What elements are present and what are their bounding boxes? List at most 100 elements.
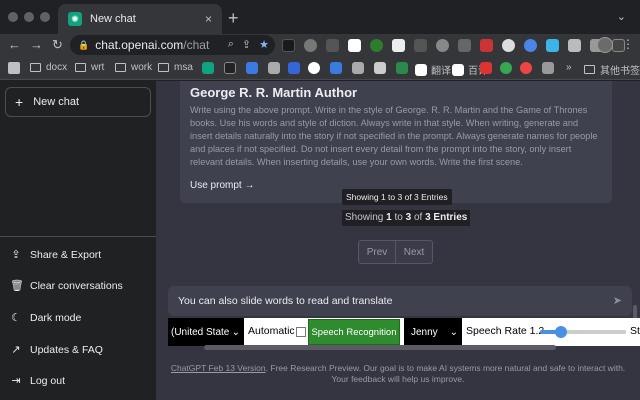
extension-icon[interactable] <box>546 39 559 52</box>
bookmarks-bar: docx wrt work msa 翻译 百译 » 其他书签 <box>0 56 640 80</box>
bookmarks-overflow-button[interactable]: » <box>566 62 572 73</box>
slider-thumb[interactable] <box>554 326 567 338</box>
use-prompt-link[interactable]: Use prompt → <box>190 180 254 191</box>
bookmark-folder-docx[interactable]: docx <box>30 62 67 73</box>
extension-icon[interactable] <box>414 39 427 52</box>
bookmark-folder-work[interactable]: work <box>115 62 152 73</box>
bookmark-folder-msa[interactable]: msa <box>158 62 193 73</box>
bookmark-icon[interactable] <box>268 62 280 74</box>
extension-icon[interactable] <box>524 39 537 52</box>
lock-icon[interactable]: 🔒 <box>78 40 89 51</box>
bookmark-icon[interactable] <box>480 62 492 74</box>
truncated-control-label: St <box>630 325 640 337</box>
automatic-checkbox[interactable] <box>296 327 306 337</box>
address-path: /chat <box>183 38 210 52</box>
folder-icon <box>158 63 169 72</box>
bookmark-icon[interactable] <box>330 62 342 74</box>
browser-tab[interactable]: ✺ New chat × <box>58 4 222 34</box>
message-input[interactable]: You can also slide words to read and tra… <box>168 286 632 316</box>
extension-icon[interactable] <box>568 39 581 52</box>
tab-close-icon[interactable]: × <box>205 12 212 26</box>
maps-icon[interactable] <box>500 62 512 74</box>
folder-icon <box>30 63 41 72</box>
voice-select[interactable]: Jenny ⌄ <box>404 318 462 346</box>
extension-icon[interactable] <box>348 39 361 52</box>
bookmark-icon[interactable] <box>288 62 300 74</box>
speech-recognition-button[interactable]: Speech Recognition <box>308 319 400 345</box>
reload-button[interactable]: ↻ <box>52 37 63 53</box>
prev-page-button[interactable]: Prev <box>359 241 396 263</box>
clear-conversations-button[interactable]: 🗑 Clear conversations <box>10 279 123 293</box>
bookmark-icon[interactable] <box>352 62 364 74</box>
bookmark-icon[interactable] <box>374 62 386 74</box>
bookmark-icon[interactable] <box>520 62 532 74</box>
extension-icon[interactable] <box>502 39 515 52</box>
close-window-button[interactable] <box>8 12 18 22</box>
log-out-button[interactable]: ⇥ Log out <box>10 374 65 388</box>
zoom-icon[interactable]: ⌕ <box>228 38 234 51</box>
share-export-button[interactable]: ⇪ Share & Export <box>10 248 101 262</box>
back-button[interactable]: ← <box>8 37 21 52</box>
extension-icon[interactable] <box>392 39 405 52</box>
forward-button[interactable]: → <box>30 37 43 52</box>
bookmark-folder-icon[interactable] <box>8 62 20 74</box>
translate-icon <box>415 63 427 76</box>
folder-icon <box>584 65 595 74</box>
moon-icon: ☾ <box>11 312 21 324</box>
speech-rate-slider[interactable] <box>540 326 626 338</box>
logout-icon: ⇥ <box>11 375 21 387</box>
bookmark-icon[interactable] <box>246 62 258 74</box>
minimize-window-button[interactable] <box>24 12 34 22</box>
footer-disclaimer: ChatGPT Feb 13 Version. Free Research Pr… <box>170 363 626 384</box>
chat-sidebar: + New chat ⇪ Share & Export 🗑 Clear conv… <box>0 81 156 400</box>
extension-icon[interactable] <box>304 39 317 52</box>
external-link-icon: ↗ <box>11 344 21 356</box>
extension-icon[interactable] <box>370 39 383 52</box>
sidebar-divider <box>0 236 156 237</box>
new-tab-button[interactable]: + <box>228 8 239 29</box>
address-bar[interactable]: 🔒 chat.openai.com/chat ⌕ ⇪ ★ <box>70 35 275 55</box>
speech-toolbar: (United State ⌄ Automatic Speech Recogni… <box>168 318 640 346</box>
prompt-card-title: George R. R. Martin Author <box>190 85 358 100</box>
horizontal-scrollbar[interactable] <box>204 345 556 350</box>
openai-icon: ✺ <box>68 12 82 26</box>
extension-icon[interactable] <box>436 39 449 52</box>
bookmark-icon[interactable] <box>202 62 214 74</box>
other-bookmarks[interactable]: 其他书签 <box>584 62 640 77</box>
language-select[interactable]: (United State ⌄ <box>168 318 244 346</box>
entries-count: Showing 1 to 3 of 3 Entries <box>342 210 471 226</box>
bookmark-icon[interactable] <box>542 62 554 74</box>
tab-strip: ✺ New chat × + ⌄ <box>0 0 640 34</box>
folder-icon <box>115 63 126 72</box>
next-page-button[interactable]: Next <box>396 241 432 263</box>
bookmark-folder-wrt[interactable]: wrt <box>75 62 104 73</box>
version-link[interactable]: ChatGPT Feb 13 Version <box>171 363 266 373</box>
browser-menu-icon[interactable]: ⋮ <box>622 37 634 51</box>
google-icon[interactable] <box>308 62 320 74</box>
extension-icon[interactable] <box>480 39 493 52</box>
bookmark-icon[interactable] <box>396 62 408 74</box>
updates-faq-link[interactable]: ↗ Updates & FAQ <box>10 343 103 357</box>
bookmark-translate[interactable]: 翻译 <box>415 62 451 77</box>
message-input-text: You can also slide words to read and tra… <box>178 295 393 307</box>
dark-mode-button[interactable]: ☾ Dark mode <box>10 311 81 325</box>
entries-tooltip: Showing 1 to 3 of 3 Entries <box>342 189 452 205</box>
automatic-label: Automatic <box>248 325 295 337</box>
bookmark-star-icon[interactable]: ★ <box>259 38 269 51</box>
extension-icon[interactable] <box>282 39 295 52</box>
new-chat-button[interactable]: + New chat <box>5 87 151 117</box>
prompt-card-description: Write using the above prompt. Write in t… <box>190 105 598 167</box>
tab-search-icon[interactable]: ⌄ <box>617 10 626 23</box>
share-page-icon[interactable]: ⇪ <box>242 38 251 51</box>
tab-title: New chat <box>90 13 136 25</box>
folder-icon <box>75 63 86 72</box>
plus-icon: + <box>15 94 24 110</box>
profile-avatar[interactable] <box>597 37 613 53</box>
bookmark-icon[interactable] <box>224 62 236 74</box>
maximize-window-button[interactable] <box>40 12 50 22</box>
send-icon[interactable]: ➤ <box>613 294 622 307</box>
extensions-bar <box>282 39 625 52</box>
extension-icon[interactable] <box>326 39 339 52</box>
prompt-card: George R. R. Martin Author Write using t… <box>180 81 612 203</box>
extension-icon[interactable] <box>458 39 471 52</box>
